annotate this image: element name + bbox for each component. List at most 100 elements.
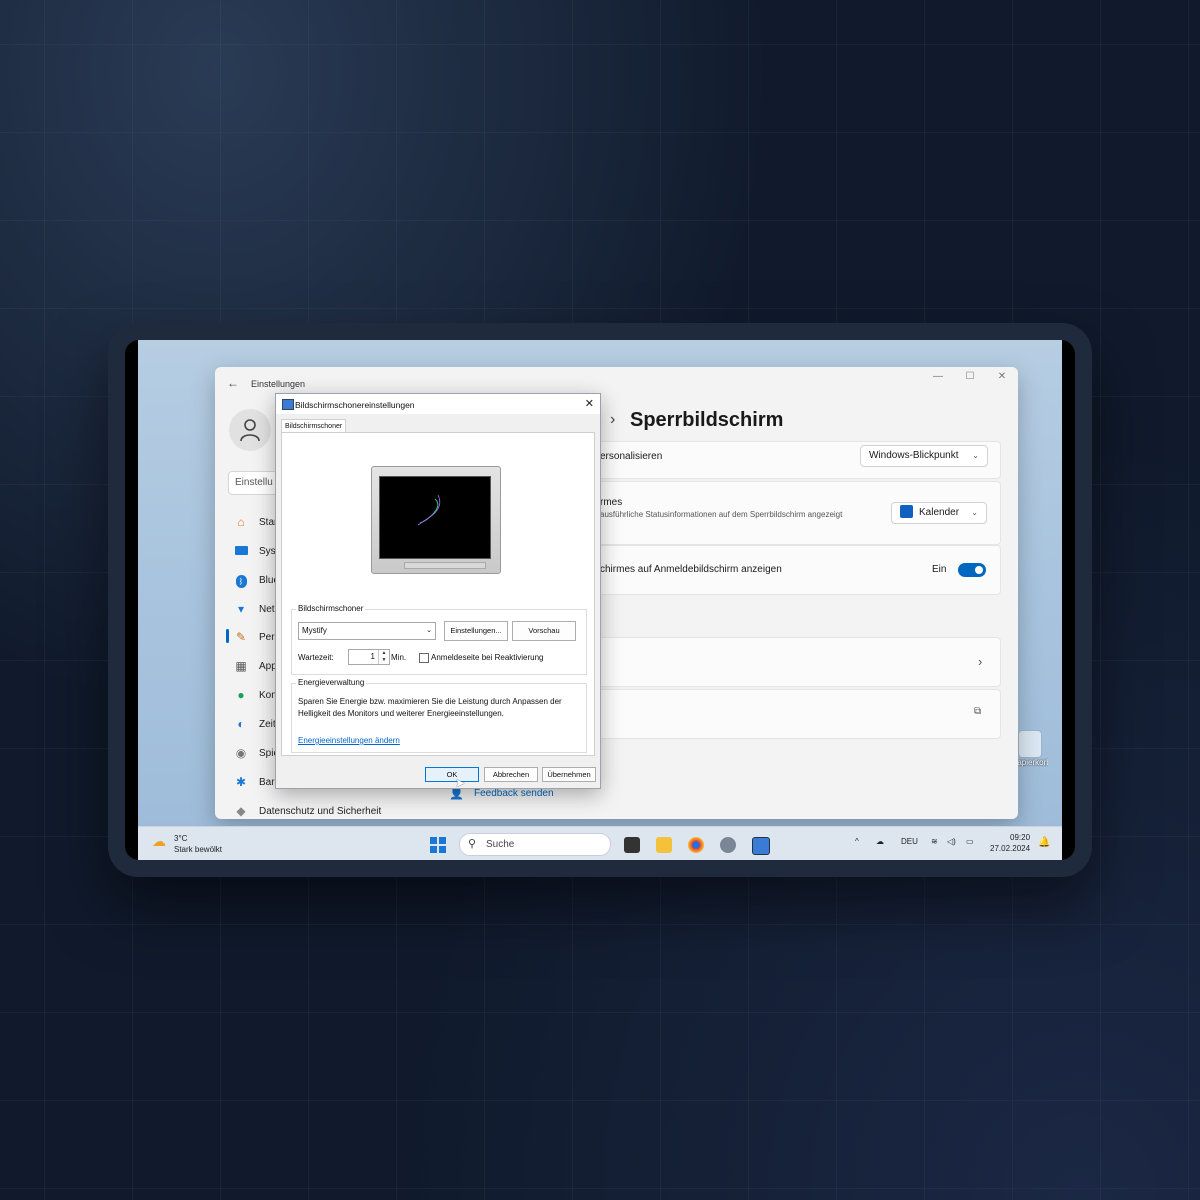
notification-bell-icon[interactable]: 🔔: [1038, 837, 1050, 848]
sidebar-item-apps[interactable]: ▦ App: [233, 655, 276, 677]
taskbar: ☁ 3°C Stark bewölkt ⚲ Suche ^ ☁ DEU ≋ ◁)…: [138, 826, 1062, 860]
related-settings-card[interactable]: ›: [595, 637, 1001, 687]
monitor-preview: [371, 466, 501, 574]
group-label: Bildschirmschoner: [296, 604, 366, 613]
windows-logo-icon: [430, 837, 437, 844]
wifi-icon[interactable]: ≋: [931, 837, 938, 846]
sidebar-item-label: Net: [259, 603, 275, 615]
date: 27.02.2024: [990, 844, 1031, 853]
close-icon[interactable]: ✕: [585, 397, 594, 410]
sidebar-item-time[interactable]: ◐ Zeit: [233, 713, 276, 735]
sidebar-item-network[interactable]: ▾ Net: [233, 598, 275, 620]
taskbar-search[interactable]: ⚲ Suche: [459, 833, 611, 856]
shield-icon: ◆: [236, 804, 246, 818]
toggle-state-label: Ein: [932, 564, 947, 575]
status-card: rmes ausführliche Statusinformationen au…: [595, 481, 1001, 545]
screensaver-select[interactable]: Mystify ⌄: [298, 622, 436, 640]
search-icon: ⚲: [468, 838, 477, 850]
taskview-app-icon[interactable]: [624, 837, 640, 853]
wait-time-stepper[interactable]: 1 ▲ ▼: [348, 649, 390, 665]
user-icon: [240, 419, 260, 442]
preview-button[interactable]: Vorschau: [512, 621, 576, 641]
sidebar-item-label: Datenschutz und Sicherheit: [259, 805, 382, 817]
bluetooth-icon: ᛒ: [233, 573, 249, 588]
device-screen: Papierkorb ← Einstellungen — ☐ ✕ Einstel…: [125, 340, 1075, 860]
status-label: rmes: [600, 497, 623, 508]
calendar-icon: [900, 504, 913, 518]
sidebar-item-personalization[interactable]: ✎ Pers: [233, 626, 280, 648]
wait-unit: Min.: [391, 653, 407, 662]
avatar[interactable]: [229, 409, 271, 451]
screensaver-group: Bildschirmschoner Mystify ⌄ Einstellunge…: [291, 604, 587, 675]
chrome-icon[interactable]: [688, 837, 704, 853]
sidebar-item-privacy[interactable]: ◆ Datenschutz und Sicherheit: [233, 800, 381, 819]
select-value: Windows-Blickpunkt: [869, 450, 959, 461]
nav-active-indicator: [226, 629, 229, 643]
apply-button[interactable]: Übernehmen: [542, 767, 596, 782]
display-settings-icon: [282, 399, 294, 410]
personalize-label: ersonalisieren: [600, 451, 663, 462]
settings-gear-icon[interactable]: [720, 837, 736, 853]
signin-background-toggle[interactable]: [958, 563, 986, 577]
time-icon: ◐: [237, 717, 245, 731]
maximize-icon[interactable]: ☐: [964, 371, 976, 382]
start-button[interactable]: [430, 837, 446, 853]
time: 09:20: [1010, 833, 1031, 842]
battery-icon[interactable]: ▭: [966, 837, 974, 846]
resume-checkbox[interactable]: [419, 653, 429, 663]
status-app-select[interactable]: Kalender ⌄: [891, 502, 987, 524]
dialog-title: Bildschirmschonereinstellungen: [295, 400, 415, 410]
gaming-icon: ◉: [235, 746, 247, 760]
preview-screen: [379, 476, 491, 559]
chevron-down-icon: ⌄: [426, 627, 432, 634]
screensaver-app-icon[interactable]: [752, 837, 770, 855]
sidebar-item-accessibility[interactable]: ✱ Barr: [233, 771, 278, 793]
tab-screensaver[interactable]: Bildschirmschoner: [281, 419, 347, 433]
sidebar-item-accounts[interactable]: ● Kon: [233, 684, 276, 706]
onedrive-icon[interactable]: ☁: [876, 837, 884, 846]
accounts-icon: ●: [237, 688, 245, 702]
minimize-icon[interactable]: —: [932, 371, 944, 382]
group-label: Energieverwaltung: [296, 678, 367, 687]
sidebar-item-gaming[interactable]: ◉ Spie: [233, 742, 279, 764]
wifi-icon: ▾: [237, 602, 245, 616]
cloud-sun-icon: ☁: [152, 833, 166, 849]
file-explorer-icon[interactable]: [656, 837, 672, 853]
lockscreen-background-select[interactable]: Windows-Blickpunkt ⌄: [860, 445, 988, 467]
back-arrow-icon[interactable]: ←: [227, 376, 239, 390]
signin-background-label: chirmes auf Anmeldebildschirm anzeigen: [600, 564, 782, 575]
breadcrumb-chevron: ›: [610, 411, 616, 428]
sidebar-item-system[interactable]: Syst: [233, 540, 278, 562]
clock[interactable]: 09:20 27.02.2024: [990, 832, 1030, 854]
related-link-card[interactable]: ⧉: [595, 689, 1001, 739]
cancel-button[interactable]: Abbrechen: [484, 767, 538, 782]
weather-widget[interactable]: ☁ 3°C Stark bewölkt: [152, 833, 222, 855]
resume-checkbox-label: Anmeldeseite bei Reaktivierung: [431, 653, 544, 662]
chevron-up-icon[interactable]: ^: [855, 837, 859, 846]
stepper-arrows-icon[interactable]: ▲ ▼: [378, 650, 389, 664]
close-icon[interactable]: ✕: [996, 371, 1008, 382]
screensaver-settings-button[interactable]: Einstellungen...: [444, 621, 508, 641]
power-description: Sparen Sie Energie bzw. maximieren Sie d…: [298, 697, 562, 718]
volume-icon[interactable]: ◁): [947, 837, 956, 846]
apps-icon: ▦: [235, 659, 247, 673]
system-icon: [233, 544, 249, 558]
dialog-titlebar: Bildschirmschonereinstellungen ✕: [276, 394, 600, 414]
search-label: Suche: [486, 839, 515, 850]
select-value: Mystify: [302, 626, 327, 635]
personalize-card: ersonalisieren Windows-Blickpunkt ⌄: [595, 441, 1001, 479]
home-icon: ⌂: [237, 515, 245, 529]
sidebar-item-label: Zeit: [259, 718, 276, 730]
recycle-bin-icon: [1018, 730, 1042, 758]
mouse-cursor-icon: ➤: [455, 776, 466, 790]
sidebar-item-start[interactable]: ⌂ Star: [233, 511, 277, 533]
language-indicator[interactable]: DEU: [901, 837, 918, 846]
chevron-right-icon: ›: [978, 654, 983, 669]
power-group: Energieverwaltung Sparen Sie Energie bzw…: [291, 678, 587, 753]
signin-background-card: chirmes auf Anmeldebildschirm anzeigen E…: [595, 545, 1001, 595]
power-settings-link[interactable]: Energieeinstellungen ändern: [298, 736, 400, 745]
ok-button[interactable]: OK: [425, 767, 479, 782]
feedback-link[interactable]: Feedback senden: [474, 788, 554, 799]
page-title: Sperrbildschirm: [630, 409, 784, 431]
sidebar-item-bluetooth[interactable]: ᛒ Blue: [233, 569, 279, 591]
